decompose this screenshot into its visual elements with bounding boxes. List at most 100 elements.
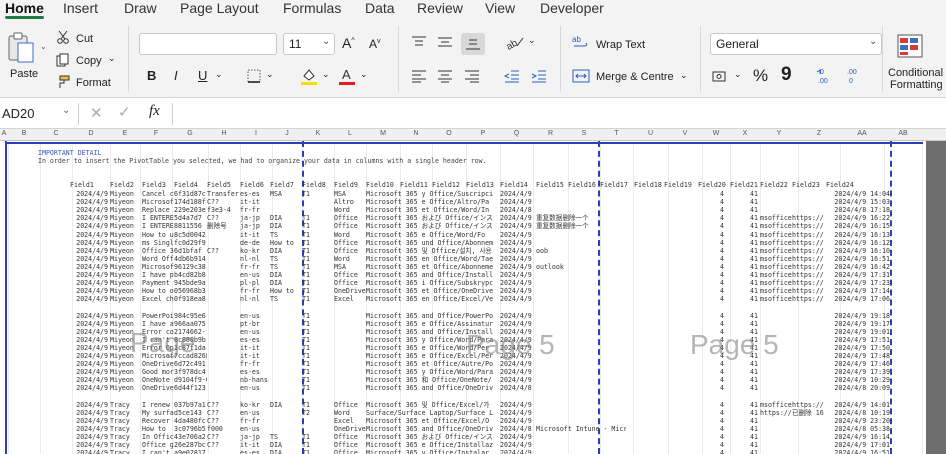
table-cell[interactable]: 2024/4/9 17:31 <box>826 271 890 279</box>
table-cell[interactable]: T1 <box>302 279 334 287</box>
table-cell[interactable]: 4 <box>696 263 724 271</box>
table-cell[interactable]: it-it <box>240 441 270 449</box>
table-cell[interactable]: 2024/4/9 <box>70 320 108 328</box>
formatting-label[interactable]: Formatting <box>890 79 943 91</box>
header-cell[interactable]: Field24 <box>826 181 860 189</box>
table-cell[interactable]: 4 <box>696 279 724 287</box>
align-middle-icon[interactable] <box>436 34 454 50</box>
table-cell[interactable]: 4 <box>696 206 724 214</box>
format-painter-icon[interactable] <box>56 75 70 89</box>
table-cell[interactable]: en-us <box>240 409 270 417</box>
table-cell[interactable]: it-it <box>240 352 270 360</box>
table-cell[interactable]: msoffice <box>760 231 792 239</box>
table-cell[interactable]: Excel <box>334 417 366 425</box>
table-cell[interactable]: Miyeon <box>110 287 142 295</box>
table-cell[interactable]: Microsoft 365 en Office/Excel/Ve <box>366 295 500 303</box>
table-cell[interactable]: 6f31d87c <box>174 190 207 198</box>
table-cell[interactable]: 2024/4/9 16:22 <box>826 214 890 222</box>
table-cell[interactable]: Office <box>334 214 366 222</box>
borders-chevron-icon[interactable]: ⌄ <box>266 69 274 80</box>
table-cell[interactable]: https:// <box>792 263 826 271</box>
table-cell[interactable]: 2024/4/9 16:42 <box>826 263 890 271</box>
column-header-v[interactable]: V <box>668 130 702 137</box>
table-cell[interactable]: 4 <box>696 198 724 206</box>
table-cell[interactable]: en-us <box>240 425 270 433</box>
header-cell[interactable]: Field12 <box>432 181 466 189</box>
table-cell[interactable]: Microsoft 365 et Office/Autre/Po <box>366 360 500 368</box>
table-cell[interactable]: fr-fr <box>240 287 270 295</box>
table-cell[interactable]: T1 <box>302 214 334 222</box>
table-cell[interactable]: 229e203e <box>174 206 207 214</box>
header-cell[interactable]: Field17 <box>600 181 634 189</box>
table-cell[interactable]: Microsoft 365 e Office/Assinatur <box>366 320 500 328</box>
table-cell[interactable]: it-it <box>240 231 270 239</box>
table-cell[interactable]: 2024/4/9 <box>500 247 536 255</box>
header-cell[interactable]: Field5 <box>207 181 241 189</box>
copy-chevron-icon[interactable]: ⌄ <box>108 53 116 64</box>
table-cell[interactable]: Microsoft 365 および Office/インス <box>366 433 500 441</box>
table-cell[interactable]: Microsoft 365 和 Office/OneNote/ <box>366 376 500 384</box>
table-cell[interactable]: T1 <box>302 344 334 352</box>
table-cell[interactable]: 41 <box>730 441 758 449</box>
table-cell[interactable]: Microsoft 365 e Office/Installaz <box>366 441 500 449</box>
paste-label[interactable]: Paste <box>10 68 38 80</box>
table-cell[interactable]: Microsoft 365 und Office/Abonnem <box>366 239 500 247</box>
table-cell[interactable]: 2024/4/9 <box>70 417 108 425</box>
table-cell[interactable]: 41 <box>730 198 758 206</box>
table-cell[interactable]: Microsoft 365 y Office/Instalar <box>366 449 500 454</box>
table-cell[interactable]: Transfer <box>207 190 240 198</box>
tab-formulas[interactable]: Formulas <box>283 0 341 20</box>
header-cell[interactable]: Field13 <box>466 181 500 189</box>
table-cell[interactable]: 2024/4/9 <box>70 214 108 222</box>
decrease-decimal-icon[interactable]: .00 0 <box>843 66 863 86</box>
table-cell[interactable]: 2024/4/9 <box>500 279 536 287</box>
table-cell[interactable]: 4da480fc <box>174 417 207 425</box>
table-cell[interactable]: Office <box>334 433 366 441</box>
table-cell[interactable]: 41 <box>730 231 758 239</box>
table-cell[interactable]: OneDrive <box>142 384 174 392</box>
table-cell[interactable]: C?? <box>207 441 240 449</box>
table-cell[interactable]: 2024/4/9 <box>70 231 108 239</box>
table-cell[interactable]: Miyeon <box>110 198 142 206</box>
table-cell[interactable]: 2024/4/9 19:01 <box>826 328 890 336</box>
table-cell[interactable]: Miyeon <box>110 271 142 279</box>
table-cell[interactable]: Office 3 <box>142 247 174 255</box>
table-cell[interactable]: 2024/4/9 <box>70 336 108 344</box>
table-cell[interactable]: Miyeon <box>110 360 142 368</box>
table-cell[interactable]: DIA <box>270 271 302 279</box>
table-cell[interactable]: 41 <box>730 401 758 409</box>
table-cell[interactable]: Miyeon <box>110 239 142 247</box>
orientation-chevron-icon[interactable]: ⌄ <box>528 35 536 46</box>
font-size-select[interactable]: 11 ⌄ <box>283 33 335 55</box>
header-cell[interactable]: Field9 <box>334 181 368 189</box>
table-cell[interactable]: OneDrive <box>334 425 366 433</box>
table-cell[interactable]: msoffice <box>760 287 792 295</box>
table-cell[interactable]: Miyeon <box>110 312 142 320</box>
table-cell[interactable]: 4 <box>696 320 724 328</box>
table-cell[interactable]: DIA <box>270 247 302 255</box>
table-cell[interactable]: Cancel c <box>142 190 174 198</box>
confirm-icon[interactable]: ✓ <box>118 103 131 121</box>
table-cell[interactable]: Microsoft 365 and Office/PowerPo <box>366 312 500 320</box>
table-cell[interactable]: 2024/4/9 14:01 <box>826 401 890 409</box>
table-cell[interactable]: T1 <box>302 263 334 271</box>
align-left-icon[interactable] <box>410 68 428 84</box>
table-cell[interactable]: 2024/4/9 <box>500 295 536 303</box>
table-cell[interactable]: 2024/4/9 15:03 <box>826 198 890 206</box>
table-cell[interactable]: 删除号 <box>207 222 240 230</box>
merge-centre-icon[interactable] <box>572 68 590 84</box>
percent-button[interactable]: % <box>753 66 768 86</box>
table-cell[interactable]: msoffice <box>760 401 792 409</box>
table-cell[interactable]: 4 <box>696 384 724 392</box>
table-cell[interactable]: ko-kr <box>240 401 270 409</box>
table-cell[interactable]: Microsoft 365 and Office/OneDriv <box>366 425 500 433</box>
important-detail-label[interactable]: IMPORTANT DETAIL <box>38 149 238 157</box>
table-cell[interactable]: ms Singl <box>142 239 174 247</box>
table-cell[interactable]: C?? <box>207 247 240 255</box>
column-header-f[interactable]: F <box>140 130 172 137</box>
table-cell[interactable]: TS <box>270 231 302 239</box>
table-cell[interactable]: 2024/4/9 <box>500 320 536 328</box>
underline-button[interactable]: U <box>198 68 207 83</box>
table-cell[interactable]: 4 <box>696 255 724 263</box>
table-cell[interactable]: 41 <box>730 433 758 441</box>
